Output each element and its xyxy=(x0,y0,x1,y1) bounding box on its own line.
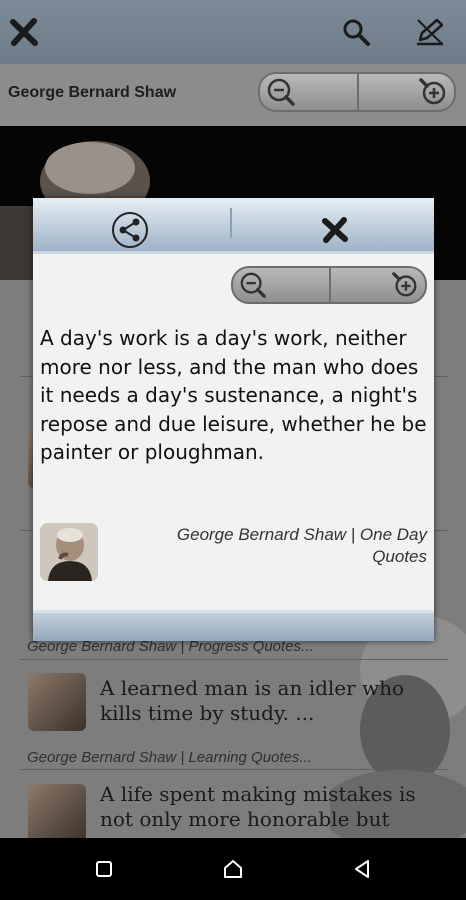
avatar xyxy=(40,523,98,581)
header-divider xyxy=(230,208,232,238)
close-dialog-button[interactable] xyxy=(317,214,353,246)
back-icon xyxy=(355,860,369,878)
search-icon[interactable] xyxy=(338,14,374,50)
back-button[interactable] xyxy=(347,856,377,882)
list-divider xyxy=(20,769,448,770)
zoom-out-button[interactable] xyxy=(233,268,329,302)
zoom-out-button[interactable] xyxy=(260,74,357,110)
close-icon[interactable] xyxy=(6,14,42,50)
dialog-zoom-control xyxy=(231,266,427,304)
zoom-in-button[interactable] xyxy=(357,74,454,110)
list-item-quote: A life spent making mistakes is not only… xyxy=(100,782,416,831)
home-button[interactable] xyxy=(218,856,248,882)
home-icon xyxy=(224,860,242,878)
avatar xyxy=(28,784,86,842)
avatar xyxy=(28,673,86,731)
zoom-out-icon xyxy=(240,272,266,298)
list-item-quote: A learned man is an idler who kills time… xyxy=(100,676,405,725)
dialog-header xyxy=(33,198,434,254)
zoom-control xyxy=(258,72,456,112)
close-icon xyxy=(322,217,348,243)
list-item-meta: George Bernard Shaw | Learning Quotes... xyxy=(27,749,312,766)
zoom-in-button[interactable] xyxy=(329,268,425,302)
top-toolbar xyxy=(0,0,466,64)
zoom-in-icon xyxy=(419,78,446,105)
list-divider xyxy=(20,659,448,660)
zoom-out-icon xyxy=(267,78,295,106)
quote-text: A day's work is a day's work, neither mo… xyxy=(40,326,427,464)
author-bar: George Bernard Shaw xyxy=(0,64,466,127)
edit-icon[interactable] xyxy=(410,12,450,52)
quote-attribution: George Bernard Shaw | One Day Quotes xyxy=(176,525,427,566)
quote-dialog: A day's work is a day's work, neither mo… xyxy=(33,198,434,641)
system-nav-bar xyxy=(0,838,466,900)
share-icon xyxy=(112,212,148,248)
recents-icon xyxy=(96,861,112,877)
share-button[interactable] xyxy=(110,210,150,250)
dialog-footer xyxy=(33,610,434,641)
recents-button[interactable] xyxy=(89,856,119,882)
zoom-in-icon xyxy=(392,272,417,297)
author-name: George Bernard Shaw xyxy=(8,84,177,101)
